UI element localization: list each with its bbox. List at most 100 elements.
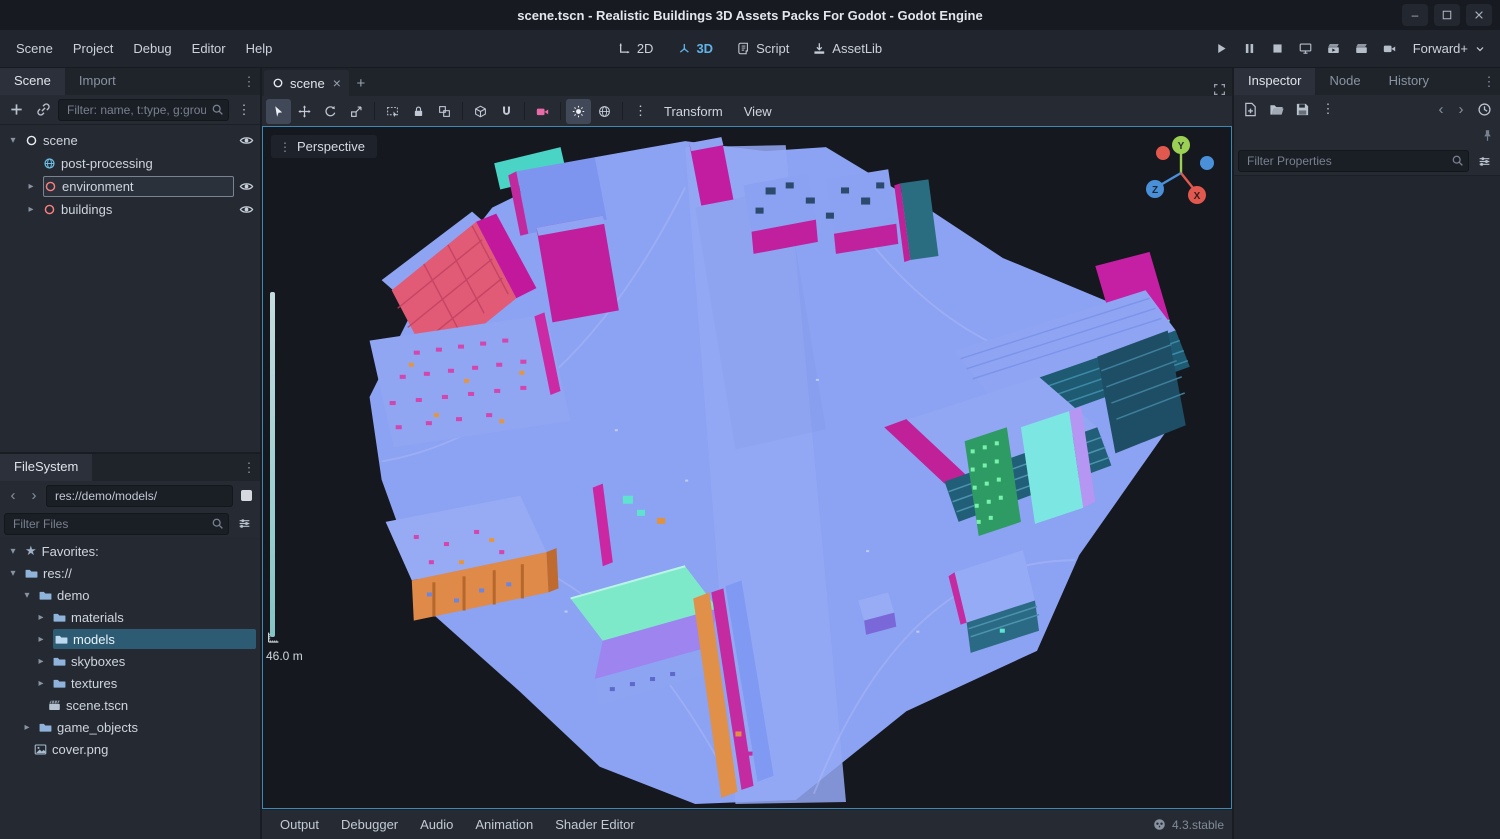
transform-menu[interactable]: Transform (654, 100, 733, 123)
fs-row-textures[interactable]: ▸ textures (0, 672, 260, 694)
play-scene-button[interactable] (1321, 37, 1347, 61)
fs-row-models[interactable]: ▸ models (0, 628, 260, 650)
bottom-tab-audio[interactable]: Audio (410, 813, 463, 836)
new-resource-icon[interactable] (1238, 97, 1262, 121)
save-resource-icon[interactable] (1290, 97, 1314, 121)
tree-row-environment[interactable]: ▸ environment (0, 175, 260, 198)
fs-row-scene-tscn[interactable]: scene.tscn (0, 694, 260, 716)
load-resource-icon[interactable] (1264, 97, 1288, 121)
tab-inspector[interactable]: Inspector (1234, 68, 1316, 95)
nav-back-icon[interactable]: ‹ (4, 485, 22, 507)
maximize-button[interactable] (1434, 4, 1460, 26)
group-icon[interactable] (432, 99, 457, 124)
expand-arrow-icon[interactable]: ▸ (34, 656, 48, 667)
resource-menu-icon[interactable]: ⋮ (1316, 97, 1340, 121)
tree-row-post-processing[interactable]: post-processing (0, 152, 260, 175)
movie-mode-button[interactable] (1377, 37, 1403, 61)
visibility-toggle-icon[interactable] (239, 202, 254, 217)
fs-row-cover-png[interactable]: cover.png (0, 738, 260, 760)
fs-row-skyboxes[interactable]: ▸ skyboxes (0, 650, 260, 672)
snap-magnet-icon[interactable] (494, 99, 519, 124)
bottom-tab-debugger[interactable]: Debugger (331, 813, 408, 836)
expand-arrow-icon[interactable]: ▸ (34, 678, 48, 689)
history-forward-icon[interactable]: › (1452, 98, 1470, 120)
view-menu[interactable]: View (734, 100, 782, 123)
nav-forward-icon[interactable]: › (25, 485, 43, 507)
expand-arrow-icon[interactable]: ▸ (34, 634, 48, 645)
history-back-icon[interactable]: ‹ (1432, 98, 1450, 120)
current-path-input[interactable] (46, 484, 233, 507)
play-button[interactable] (1209, 37, 1235, 61)
dock-menu-icon[interactable]: ⋮ (238, 68, 260, 95)
close-button[interactable] (1466, 4, 1492, 26)
stop-button[interactable] (1265, 37, 1291, 61)
scale-tool-icon[interactable] (344, 99, 369, 124)
menu-scene[interactable]: Scene (6, 36, 63, 61)
visibility-toggle-icon[interactable] (239, 133, 254, 148)
dock-menu-icon[interactable]: ⋮ (238, 454, 260, 481)
distraction-free-icon[interactable] (1213, 83, 1232, 96)
tree-row-scene[interactable]: ▾ scene (0, 129, 260, 152)
object-history-icon[interactable] (1472, 97, 1496, 121)
viewport-extra-menu-icon[interactable]: ⋮ (628, 99, 653, 124)
switch-assetlib[interactable]: AssetLib (803, 37, 892, 60)
file-filter-input[interactable] (4, 512, 229, 535)
toggle-split-mode-button[interactable] (236, 486, 256, 506)
perspective-menu[interactable]: ⋮ Perspective (271, 135, 377, 158)
tab-scene-dock[interactable]: Scene (0, 68, 65, 95)
pin-icon[interactable] (1481, 129, 1494, 142)
collapse-arrow-icon[interactable]: ▾ (6, 568, 20, 579)
menu-debug[interactable]: Debug (123, 36, 181, 61)
select-tool-icon[interactable] (266, 98, 291, 124)
new-tab-button[interactable]: + (349, 70, 373, 96)
menu-editor[interactable]: Editor (182, 36, 236, 61)
filter-options-icon[interactable] (1472, 149, 1496, 173)
snap-cube-icon[interactable] (468, 99, 493, 124)
minimize-button[interactable]: – (1402, 4, 1428, 26)
bottom-tab-output[interactable]: Output (270, 813, 329, 836)
fs-row-game-objects[interactable]: ▸ game_objects (0, 716, 260, 738)
collapse-arrow-icon[interactable]: ▾ (6, 546, 20, 557)
switch-2d[interactable]: 2D (608, 37, 664, 60)
expand-arrow-icon[interactable]: ▸ (24, 181, 38, 192)
lock-icon[interactable] (406, 99, 431, 124)
instance-scene-button[interactable] (31, 98, 55, 122)
rotate-tool-icon[interactable] (318, 99, 343, 124)
add-node-button[interactable] (4, 98, 28, 122)
move-tool-icon[interactable] (292, 99, 317, 124)
menu-help[interactable]: Help (236, 36, 283, 61)
camera-preview-icon[interactable] (530, 99, 555, 124)
collapse-arrow-icon[interactable]: ▾ (6, 135, 20, 146)
list-select-tool-icon[interactable] (380, 99, 405, 124)
play-custom-scene-button[interactable] (1349, 37, 1375, 61)
tab-node[interactable]: Node (1315, 68, 1374, 95)
renderer-select[interactable]: Forward+ (1405, 38, 1494, 59)
pause-button[interactable] (1237, 37, 1263, 61)
fs-row-res[interactable]: ▾ res:// (0, 562, 260, 584)
property-filter-input[interactable] (1238, 150, 1469, 172)
viewport-3d-scene[interactable] (263, 127, 1231, 808)
visibility-toggle-icon[interactable] (239, 179, 254, 194)
fs-row-materials[interactable]: ▸ materials (0, 606, 260, 628)
tab-filesystem[interactable]: FileSystem (0, 454, 93, 481)
scene-filter-input[interactable] (58, 98, 229, 121)
bottom-tab-animation[interactable]: Animation (465, 813, 543, 836)
tab-close-icon[interactable]: × (333, 75, 341, 91)
bottom-tab-shader-editor[interactable]: Shader Editor (545, 813, 645, 836)
switch-3d[interactable]: 3D (667, 37, 723, 60)
switch-script[interactable]: Script (727, 37, 799, 60)
menu-project[interactable]: Project (63, 36, 123, 61)
file-sort-icon[interactable] (232, 512, 256, 536)
expand-arrow-icon[interactable]: ▸ (34, 612, 48, 623)
viewport-3d[interactable]: ⋮ Perspective Y Z X 46.0 m (262, 126, 1232, 809)
tree-row-buildings[interactable]: ▸ buildings (0, 198, 260, 221)
preview-sun-icon[interactable] (566, 98, 591, 124)
expand-arrow-icon[interactable]: ▸ (24, 204, 38, 215)
tab-scene[interactable]: scene × (264, 70, 349, 96)
remote-debug-icon[interactable] (1293, 37, 1319, 61)
collapse-arrow-icon[interactable]: ▾ (20, 590, 34, 601)
expand-arrow-icon[interactable]: ▸ (20, 722, 34, 733)
dock-menu-icon[interactable]: ⋮ (1478, 68, 1500, 95)
fs-row-favorites[interactable]: ▾ ★ Favorites: (0, 540, 260, 562)
axis-gizmo[interactable]: Y Z X (1139, 131, 1223, 215)
